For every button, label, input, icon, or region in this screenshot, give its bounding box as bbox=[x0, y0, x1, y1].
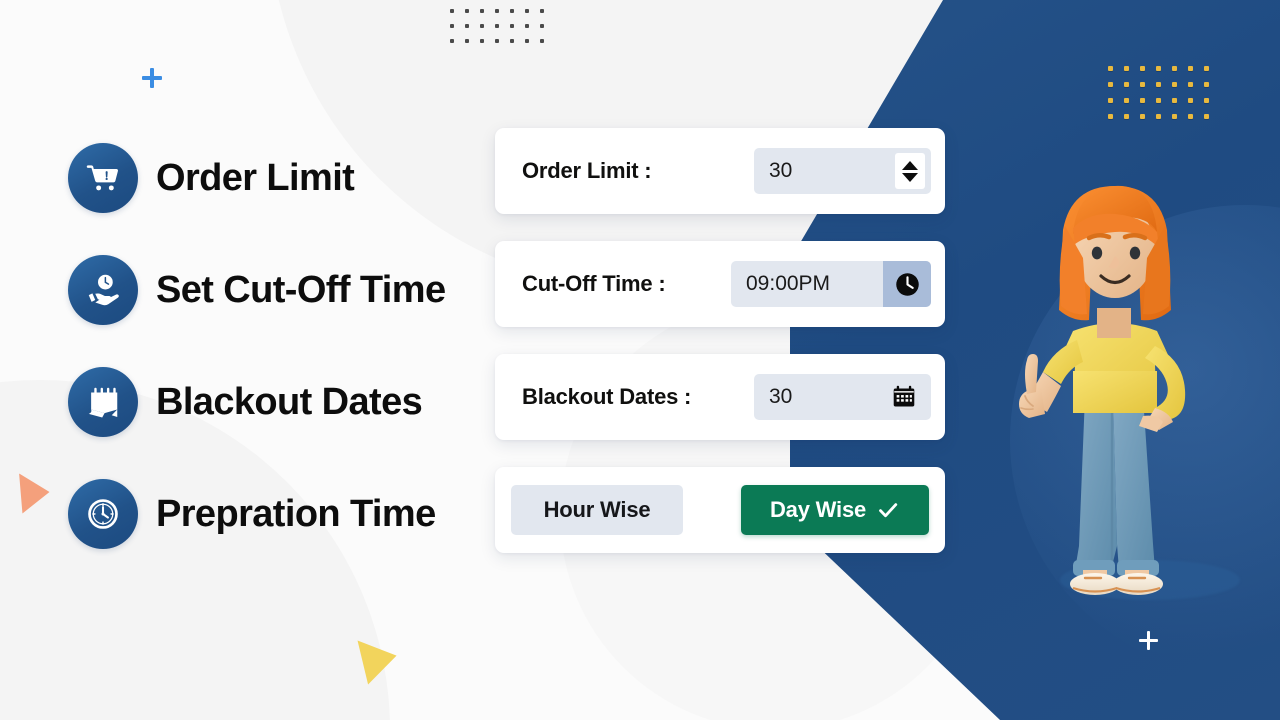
grid-dot bbox=[1204, 114, 1209, 119]
grid-dot bbox=[1188, 82, 1193, 87]
card-cut-off-time: Cut-Off Time : 09:00PM bbox=[495, 241, 945, 327]
grid-dot bbox=[480, 39, 484, 43]
clock-icon bbox=[68, 479, 138, 549]
dot-grid-top bbox=[450, 0, 555, 54]
grid-dot bbox=[1188, 114, 1193, 119]
grid-dot bbox=[510, 39, 514, 43]
day-wise-label: Day Wise bbox=[769, 497, 867, 522]
feature-row-set-cut-off-time[interactable]: Set Cut-Off Time bbox=[68, 253, 446, 327]
grid-dot bbox=[1140, 114, 1145, 119]
grid-dot bbox=[1124, 82, 1129, 87]
grid-dot bbox=[450, 39, 454, 43]
card-order-limit: Order Limit : 30 bbox=[495, 128, 945, 214]
grid-dot bbox=[1188, 66, 1193, 71]
calendar-tearoff-icon bbox=[68, 367, 138, 437]
grid-dot bbox=[1124, 114, 1129, 119]
grid-dot bbox=[1172, 114, 1177, 119]
grid-dot bbox=[1172, 98, 1177, 103]
plus-icon bbox=[1139, 631, 1158, 650]
check-icon bbox=[879, 503, 898, 518]
feature-label: Prepration Time bbox=[156, 492, 436, 535]
blackout-dates-label: Blackout Dates : bbox=[522, 384, 692, 409]
grid-dot bbox=[480, 9, 484, 13]
grid-dot bbox=[510, 9, 514, 13]
card-prepration-time: Hour Wise Day Wise bbox=[495, 467, 945, 553]
feature-label: Set Cut-Off Time bbox=[156, 268, 446, 311]
cut-off-time-input[interactable]: 09:00PM bbox=[731, 261, 931, 307]
grid-dot bbox=[1124, 98, 1129, 103]
day-wise-button[interactable]: Day Wise bbox=[741, 485, 929, 535]
grid-dot bbox=[1140, 66, 1145, 71]
feature-label: Order Limit bbox=[156, 156, 355, 199]
grid-dot bbox=[1188, 98, 1193, 103]
calendar-icon[interactable] bbox=[891, 384, 917, 410]
grid-dot bbox=[1172, 82, 1177, 87]
blackout-dates-input[interactable]: 30 bbox=[754, 374, 931, 420]
order-limit-value: 30 bbox=[769, 159, 793, 182]
grid-dot bbox=[1108, 98, 1113, 103]
grid-dot bbox=[1204, 98, 1209, 103]
grid-dot bbox=[540, 39, 544, 43]
hand-clock-icon bbox=[68, 255, 138, 325]
feature-row-prepration-time[interactable]: Prepration Time bbox=[68, 477, 445, 551]
grid-dot bbox=[1156, 82, 1161, 87]
grid-dot bbox=[540, 9, 544, 13]
grid-dot bbox=[1140, 82, 1145, 87]
card-blackout-dates: Blackout Dates : 30 bbox=[495, 354, 945, 440]
blackout-dates-value: 30 bbox=[769, 385, 793, 408]
grid-dot bbox=[465, 9, 469, 13]
grid-dot bbox=[480, 24, 484, 28]
grid-dot bbox=[1172, 66, 1177, 71]
grid-dot bbox=[1108, 114, 1113, 119]
hour-wise-button[interactable]: Hour Wise bbox=[511, 485, 683, 535]
grid-dot bbox=[465, 39, 469, 43]
order-limit-label: Order Limit : bbox=[522, 158, 652, 183]
grid-dot bbox=[510, 24, 514, 28]
grid-dot bbox=[1156, 66, 1161, 71]
grid-dot bbox=[540, 24, 544, 28]
woman-pointing-up-3d-character bbox=[985, 168, 1245, 598]
order-limit-input[interactable]: 30 bbox=[754, 148, 931, 194]
grid-dot bbox=[1108, 82, 1113, 87]
grid-dot bbox=[450, 9, 454, 13]
dot-grid-blue-panel bbox=[1108, 66, 1220, 130]
cart-warning-icon bbox=[68, 143, 138, 213]
grid-dot bbox=[1204, 82, 1209, 87]
grid-dot bbox=[1108, 66, 1113, 71]
grid-dot bbox=[495, 9, 499, 13]
grid-dot bbox=[495, 39, 499, 43]
clock-icon[interactable] bbox=[883, 261, 931, 307]
grid-dot bbox=[465, 24, 469, 28]
grid-dot bbox=[525, 24, 529, 28]
grid-dot bbox=[525, 9, 529, 13]
grid-dot bbox=[525, 39, 529, 43]
feature-row-blackout-dates[interactable]: Blackout Dates bbox=[68, 365, 445, 439]
grid-dot bbox=[1156, 98, 1161, 103]
grid-dot bbox=[1124, 66, 1129, 71]
feature-label: Blackout Dates bbox=[156, 380, 423, 423]
grid-dot bbox=[1204, 66, 1209, 71]
cut-off-time-value: 09:00PM bbox=[746, 272, 831, 295]
grid-dot bbox=[1140, 98, 1145, 103]
spinner-down-arrow[interactable] bbox=[902, 172, 918, 182]
spinner-up-arrow[interactable] bbox=[902, 160, 918, 170]
hour-wise-label: Hour Wise bbox=[543, 497, 651, 522]
grid-dot bbox=[495, 24, 499, 28]
spinner-updown-icon[interactable] bbox=[895, 153, 925, 189]
cut-off-time-label: Cut-Off Time : bbox=[522, 271, 666, 296]
feature-list: Order Limit Set Cut-Off Time Blackout Da… bbox=[68, 141, 446, 589]
grid-dot bbox=[1156, 114, 1161, 119]
grid-dot bbox=[450, 24, 454, 28]
plus-icon bbox=[142, 68, 162, 88]
feature-row-order-limit[interactable]: Order Limit bbox=[68, 141, 445, 215]
settings-card-list: Order Limit : 30 Cut-Off Time : 09:00PM … bbox=[495, 128, 945, 580]
